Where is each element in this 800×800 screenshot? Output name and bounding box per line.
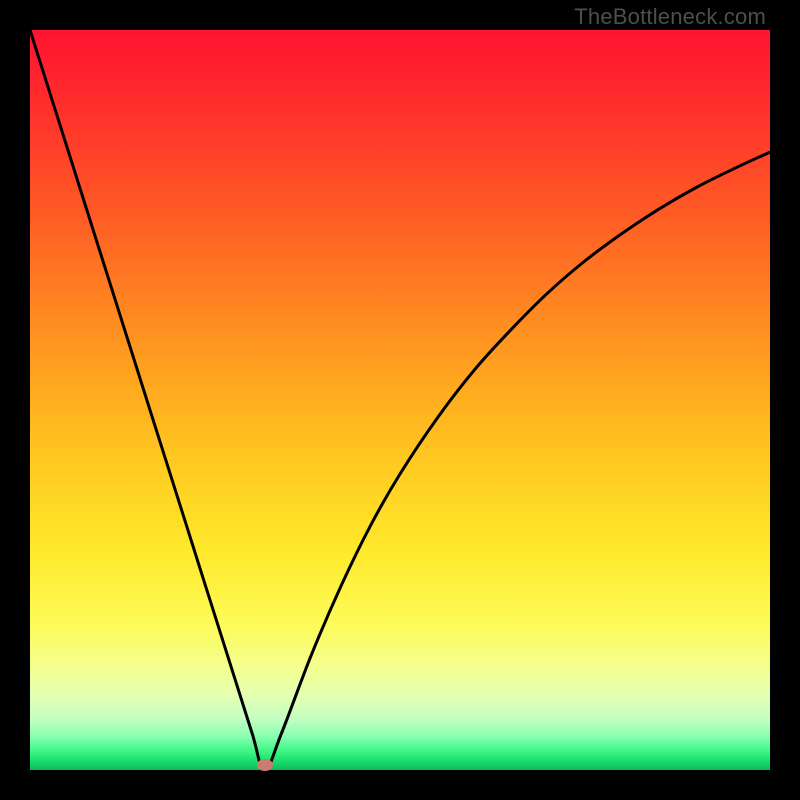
bottleneck-curve [30, 30, 770, 770]
curve-path [30, 30, 770, 770]
optimal-marker [257, 759, 273, 771]
chart-frame [30, 30, 770, 770]
watermark-text: TheBottleneck.com [574, 4, 766, 30]
